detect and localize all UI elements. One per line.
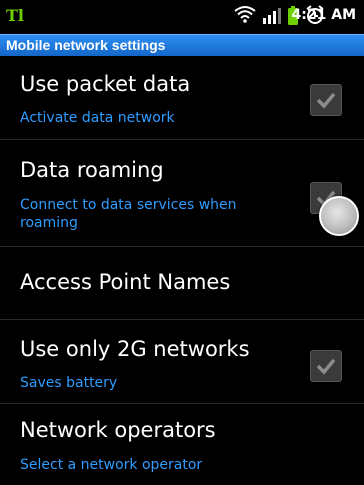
setting-label: Use packet data	[20, 72, 191, 96]
setting-label: Access Point Names	[20, 270, 231, 294]
page-title: Mobile network settings	[6, 37, 166, 53]
setting-access-point-names[interactable]: Access Point Names	[0, 247, 364, 320]
setting-summary: Connect to data services when roaming	[20, 197, 237, 231]
packet-data-checkbox[interactable]	[310, 84, 342, 116]
setting-label: Use only 2G networks	[20, 337, 250, 361]
setting-use-only-2g[interactable]: Use only 2G networks Saves battery	[0, 320, 364, 404]
setting-label: Network operators	[20, 418, 216, 442]
touch-indicator	[319, 196, 359, 236]
setting-network-operators[interactable]: Network operators Select a network opera…	[0, 404, 364, 485]
status-time: 4:21 AM	[291, 7, 356, 23]
setting-label: Data roaming	[20, 158, 164, 182]
setting-use-packet-data[interactable]: Use packet data Activate data network	[0, 56, 364, 140]
status-bar: Tl 4:21 AM	[0, 0, 364, 34]
setting-summary: Select a network operator	[20, 457, 203, 473]
carrier-icon: Tl	[6, 6, 24, 25]
check-icon	[316, 358, 336, 375]
setting-data-roaming[interactable]: Data roaming Connect to data services wh…	[0, 140, 364, 247]
setting-summary: Activate data network	[20, 110, 175, 126]
settings-list: Use packet data Activate data network Da…	[0, 56, 364, 485]
only-2g-checkbox[interactable]	[310, 350, 342, 382]
wifi-icon	[234, 5, 256, 27]
check-icon	[316, 92, 336, 109]
title-bar: Mobile network settings	[0, 34, 364, 56]
setting-summary: Saves battery	[20, 375, 118, 391]
signal-icon	[262, 8, 282, 28]
